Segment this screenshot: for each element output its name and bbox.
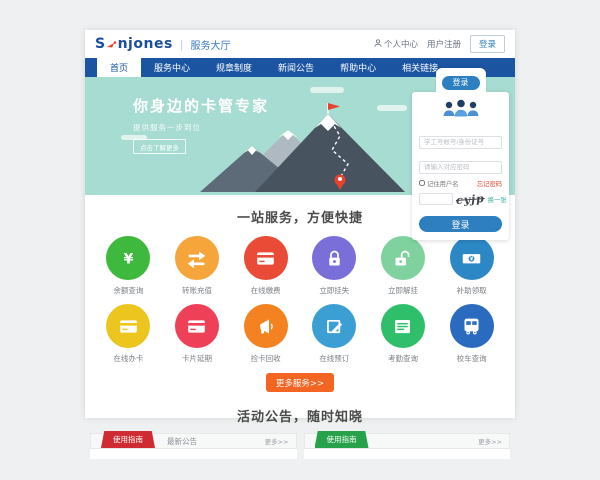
login-tab: 登录 [436,68,486,92]
header-actions: 个人中心 用户注册 登录 [374,35,505,53]
nav-item-rules[interactable]: 规章制度 [203,58,265,77]
yen-icon: ¥ [106,236,150,280]
webpage: S njones | 服务大厅 个人中心 用户注册 登录 首页 服务中心 规章制… [85,30,515,418]
megaphone-icon [244,304,288,348]
login-panel: 登录 记住用户名 忘记密码 cyjp 换一张 [412,68,509,240]
personal-center-link[interactable]: 个人中心 [374,38,418,50]
service-label: 立即挂失 [300,285,369,296]
remember-label: 记住用户名 [427,179,458,188]
service-label: 立即解挂 [369,285,438,296]
card-icon [106,304,150,348]
person-icon [374,39,382,50]
login-form: 记住用户名 忘记密码 cyjp 换一张 登录 [412,92,509,241]
captcha-image: cyjp [456,192,486,207]
login-submit-button[interactable]: 登录 [419,216,502,232]
nav-item-service-center[interactable]: 服务中心 [141,58,203,77]
captcha-input[interactable] [419,193,453,205]
username-input[interactable] [419,136,502,149]
remember-checkbox[interactable] [419,180,425,186]
service-item[interactable]: ¥ 补助领取 [437,236,506,296]
password-input[interactable] [419,161,502,174]
service-label: 补助领取 [437,285,506,296]
service-item[interactable]: 考勤查询 [369,304,438,364]
service-item[interactable]: 在线办卡 [94,304,163,364]
forgot-password-link[interactable]: 忘记密码 [477,179,502,188]
hero-cta-button[interactable]: 点击了解更多 [133,139,186,154]
logo-text-right: njones [118,36,173,52]
service-label: 在线预订 [300,353,369,364]
captcha-refresh-link[interactable]: 换一张 [488,195,507,204]
tab-latest-announcements[interactable]: 最新公告 [167,436,197,447]
service-label: 在线办卡 [94,353,163,364]
service-item[interactable]: 转账充值 [163,236,232,296]
site-name: 服务大厅 [191,37,231,52]
right-more-link[interactable]: 更多>> [478,436,502,446]
service-label: 余额查询 [94,285,163,296]
hero-text-block: 你身边的卡管专家 提供服务一步到位 点击了解更多 [133,95,269,154]
service-item[interactable]: 立即挂失 [300,236,369,296]
tab-usage-guide-left[interactable]: 使用指南 [101,431,155,448]
tab-usage-guide-right[interactable]: 使用指南 [315,431,369,448]
logo[interactable]: S njones | 服务大厅 [95,35,231,54]
service-label: 在线缴费 [231,285,300,296]
card-icon [175,304,219,348]
header-login-button[interactable]: 登录 [470,35,505,53]
nav-item-home[interactable]: 首页 [97,58,141,77]
login-tab-button[interactable]: 登录 [442,76,480,90]
service-item[interactable]: 在线缴费 [231,236,300,296]
lock-icon [312,236,356,280]
hero-title: 你身边的卡管专家 [133,95,269,116]
banknote-icon: ¥ [450,236,494,280]
service-label: 卡片延期 [163,353,232,364]
service-item[interactable]: ¥ 余额查询 [94,236,163,296]
service-label: 捡卡回收 [231,353,300,364]
hero-subtitle: 提供服务一步到位 [133,122,269,133]
transfer-icon [175,236,219,280]
service-item[interactable]: 在线预订 [300,304,369,364]
edit-icon [312,304,356,348]
card-icon [244,236,288,280]
logo-divider: | [180,38,184,51]
bus-icon [450,304,494,348]
logo-text-left: S [95,36,106,52]
service-item[interactable]: 卡片延期 [163,304,232,364]
users-icon [419,99,502,123]
service-label: 校车查询 [437,353,506,364]
services-grid: ¥ 余额查询转账充值在线缴费立即挂失立即解挂 ¥ 补助领取在线办卡卡片延期捡卡回收在线… [94,236,506,364]
register-link[interactable]: 用户注册 [427,38,461,50]
nav-item-news[interactable]: 新闻公告 [265,58,327,77]
left-more-link[interactable]: 更多>> [265,436,289,446]
more-services-button[interactable]: 更多服务>> [266,373,334,392]
service-item[interactable]: 校车查询 [437,304,506,364]
svg-text:¥: ¥ [123,251,133,267]
cloud-decoration [310,87,344,93]
announcements-left-panel: 使用指南 最新公告 更多>> [90,433,297,459]
logo-arrow-icon [107,35,117,54]
list-icon [381,304,425,348]
site-header: S njones | 服务大厅 个人中心 用户注册 登录 [85,30,515,58]
service-label: 转账充值 [163,285,232,296]
service-item[interactable]: 捡卡回收 [231,304,300,364]
service-item[interactable]: 立即解挂 [369,236,438,296]
announcements-title: 活动公告，随时知晓 [85,406,515,425]
unlock-icon [381,236,425,280]
announcements-right-panel: 使用指南 更多>> [304,433,511,459]
service-label: 考勤查询 [369,353,438,364]
nav-item-help[interactable]: 帮助中心 [327,58,389,77]
